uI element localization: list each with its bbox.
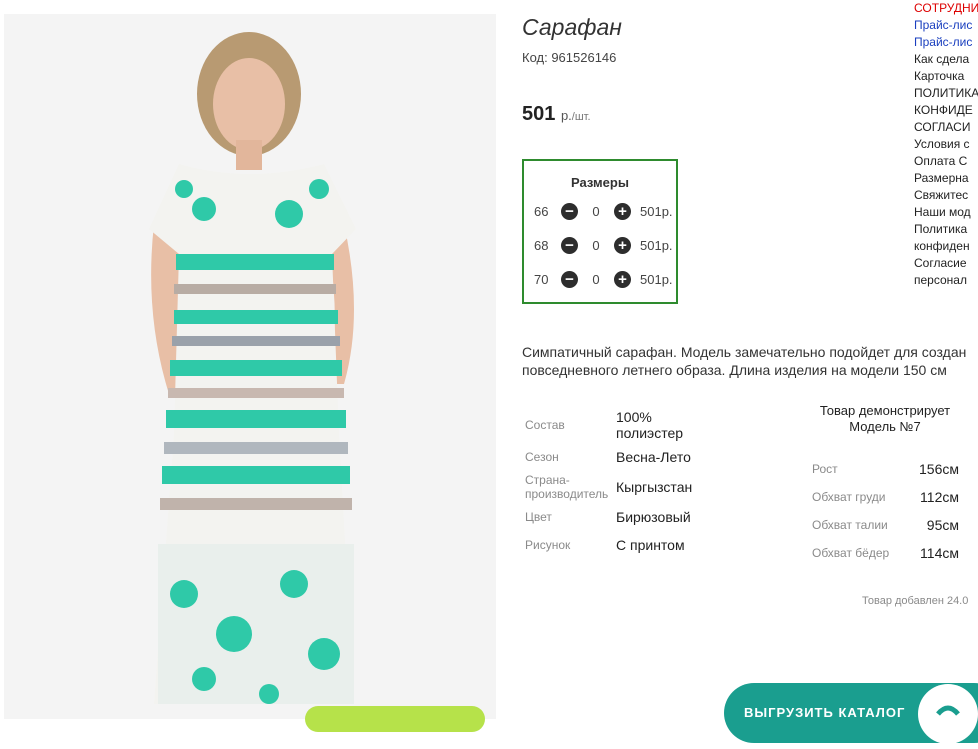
- property-value: Бирюзовый: [616, 509, 691, 525]
- green-action-button[interactable]: [305, 706, 485, 732]
- menu-link[interactable]: Прайс-лис: [914, 34, 978, 51]
- product-photo[interactable]: [4, 14, 496, 719]
- model-label: Обхват груди: [812, 490, 886, 504]
- product-code: Код: 961526146: [522, 50, 617, 65]
- menu-link[interactable]: Наши мод: [914, 204, 978, 221]
- menu-link[interactable]: СОГЛАСИ: [914, 119, 978, 136]
- menu-link[interactable]: Свяжитес: [914, 187, 978, 204]
- model-label: Обхват талии: [812, 518, 888, 532]
- property-label: Состав: [525, 418, 565, 432]
- menu-link[interactable]: Условия с: [914, 136, 978, 153]
- product-title: Сарафан: [522, 14, 622, 40]
- size-row: 68 − 0 + 501р.: [534, 235, 673, 255]
- size-label: 70: [534, 271, 549, 287]
- export-catalog-label[interactable]: ВЫГРУЗИТЬ КАТАЛОГ: [744, 705, 905, 720]
- property-label: Рисунок: [525, 538, 571, 552]
- minus-icon[interactable]: −: [561, 236, 578, 254]
- added-date: Товар добавлен 24.0: [862, 595, 969, 607]
- menu-link[interactable]: ПОЛИТИКА: [914, 85, 978, 102]
- download-icon-graphic: [936, 705, 960, 716]
- menu-link[interactable]: Прайс-лис: [914, 17, 978, 34]
- size-quantity[interactable]: 0: [578, 272, 614, 287]
- menu-link[interactable]: КОНФИДЕ: [914, 102, 978, 119]
- size-quantity[interactable]: 0: [578, 204, 614, 219]
- menu-link[interactable]: персонал: [914, 272, 978, 289]
- sizes-title: Размеры: [571, 175, 629, 190]
- menu-link[interactable]: Оплата С: [914, 153, 978, 170]
- size-label: 66: [534, 203, 549, 219]
- size-row: 70 − 0 + 501р.: [534, 269, 673, 289]
- side-menu: СОТРУДНИ Прайс-лис Прайс-лис Как сдела К…: [914, 0, 978, 289]
- model-value: 114см: [920, 545, 959, 561]
- menu-link[interactable]: Согласие: [914, 255, 978, 272]
- price-per: /шт.: [571, 111, 591, 123]
- model-value: 156см: [919, 461, 959, 477]
- download-icon[interactable]: [918, 684, 978, 744]
- menu-link[interactable]: конфиден: [914, 238, 978, 255]
- plus-icon[interactable]: +: [614, 270, 631, 288]
- property-value: Весна-Лето: [616, 449, 691, 465]
- model-title: Товар демонстрирует Модель №7: [819, 403, 951, 434]
- dress-image: [4, 14, 496, 719]
- size-price: 501р.: [640, 271, 673, 287]
- size-label: 68: [534, 237, 549, 253]
- description-line: Симпатичный сарафан. Модель замечательно…: [522, 344, 967, 360]
- size-price: 501р.: [640, 237, 673, 253]
- product-price: 501 р./шт.: [522, 103, 591, 126]
- model-label: Обхват бёдер: [812, 546, 890, 560]
- plus-icon[interactable]: +: [614, 236, 631, 254]
- property-value: 100% полиэстер: [616, 409, 684, 441]
- menu-link[interactable]: СОТРУДНИ: [914, 0, 978, 17]
- menu-link[interactable]: Карточка: [914, 68, 978, 85]
- minus-icon[interactable]: −: [561, 202, 578, 220]
- property-value: Кыргызстан: [616, 479, 693, 495]
- property-label: Цвет: [525, 510, 552, 524]
- size-quantity[interactable]: 0: [578, 238, 614, 253]
- description-line: повседневного летнего образа. Длина изде…: [522, 362, 947, 378]
- property-label: Сезон: [525, 450, 559, 464]
- size-row: 66 − 0 + 501р.: [534, 201, 673, 221]
- model-label: Рост: [812, 462, 838, 476]
- minus-icon[interactable]: −: [561, 270, 578, 288]
- menu-link[interactable]: Как сдела: [914, 51, 978, 68]
- property-label: Страна-производитель: [525, 473, 609, 501]
- plus-icon[interactable]: +: [614, 202, 631, 220]
- menu-link[interactable]: Размерна: [914, 170, 978, 187]
- model-value: 95см: [926, 517, 959, 533]
- price-unit: р.: [560, 108, 572, 123]
- size-price: 501р.: [640, 203, 673, 219]
- sizes-box: Размеры 66 − 0 + 501р. 68 − 0 + 501р. 70…: [522, 159, 678, 304]
- model-value: 112см: [920, 489, 959, 505]
- property-value: С принтом: [616, 537, 685, 553]
- price-value: 501: [522, 103, 556, 125]
- product-description: Симпатичный сарафан. Модель замечательно…: [522, 343, 978, 379]
- menu-link[interactable]: Политика: [914, 221, 978, 238]
